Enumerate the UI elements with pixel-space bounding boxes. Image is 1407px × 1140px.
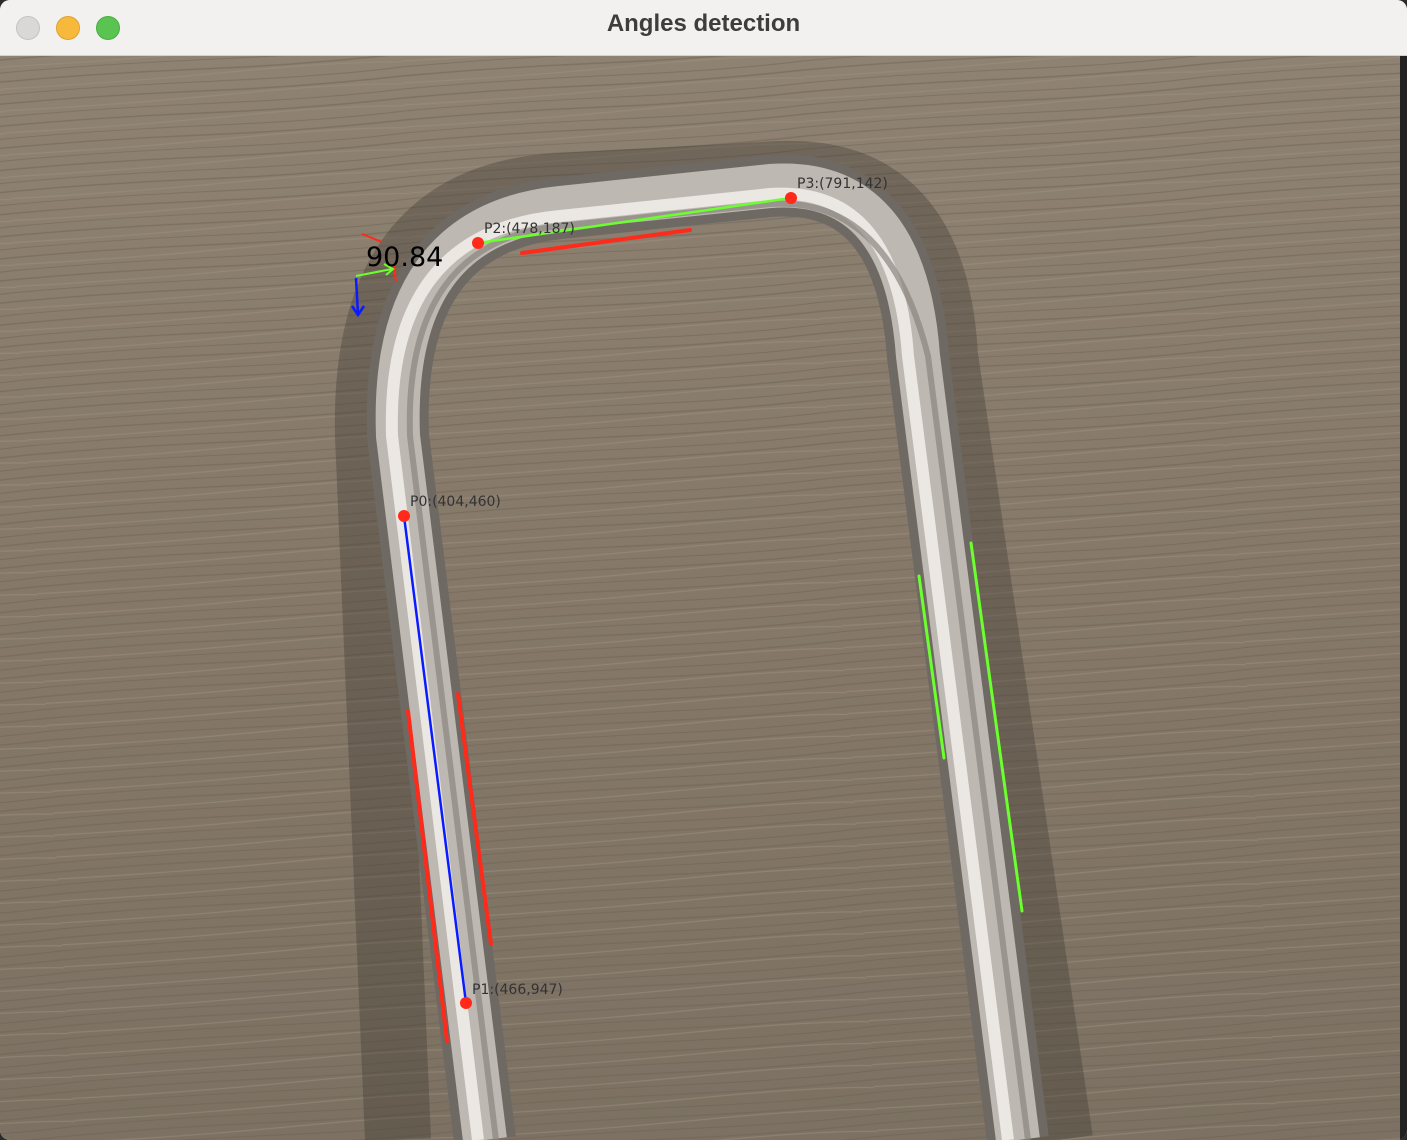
angle-value-text: 90.84 (366, 242, 443, 273)
app-window: Angles detection P0:(404,460) P1:(466,94… (0, 0, 1407, 1140)
point-label-p2: P2:(478,187) (484, 221, 575, 237)
marker-p2 (472, 237, 484, 249)
point-label-p1: P1:(466,947) (472, 982, 563, 998)
point-label-p0: P0:(404,460) (410, 494, 501, 510)
camera-view: P0:(404,460) P1:(466,947) P2:(478,187) P… (0, 56, 1400, 1140)
window-title: Angles detection (606, 10, 801, 37)
camera-frame: P0:(404,460) P1:(466,947) P2:(478,187) P… (0, 56, 1400, 1140)
marker-p1 (460, 997, 472, 1009)
title-bar[interactable]: Angles detection (0, 0, 1407, 56)
marker-p0 (398, 510, 410, 522)
point-label-p3: P3:(791,142) (797, 176, 888, 192)
window-edge-strip (1400, 56, 1407, 1140)
marker-p3 (785, 192, 797, 204)
